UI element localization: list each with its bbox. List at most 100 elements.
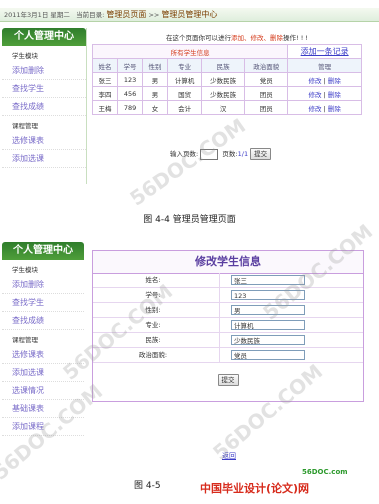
major-input[interactable]: 计算机 xyxy=(231,320,305,330)
table-row: 王梅 789 女 会计 汉 团员 修改 | 删除 xyxy=(91,100,362,115)
notice-ops: 添加、修改、删除 xyxy=(231,34,284,42)
edit-student-form: 修改学生信息 姓名: 张三 学号: 123 性别: 男 专业: 计算机 民族: … xyxy=(92,250,364,402)
cell-id: 123 xyxy=(117,72,144,87)
form-title: 修改学生信息 xyxy=(93,251,363,274)
cell-major: 计算机 xyxy=(167,72,203,87)
cell-major: 国贸 xyxy=(167,86,203,101)
ethnicity-input[interactable]: 少数民族 xyxy=(231,335,305,345)
student-table: 所有学生信息 添加一条记录 姓名 学号 性别 专业 民族 政治面貌 管理 张三 … xyxy=(91,44,362,115)
form-row-gender: 性别: 男 xyxy=(93,303,363,318)
page-input[interactable] xyxy=(200,148,219,160)
form-row-name: 姓名: 张三 xyxy=(93,273,363,288)
page-submit-button[interactable]: 提交 xyxy=(250,148,272,160)
form-row-id: 学号: 123 xyxy=(93,288,363,303)
sidebar-item-find-student[interactable]: 查找学生 xyxy=(2,80,86,98)
row-divider xyxy=(219,318,220,333)
row-divider xyxy=(93,362,363,363)
brand-text: 中国毕业设计(论文)网 xyxy=(200,482,310,495)
sidebar: 个人管理中心 学生模块 添加删除 查找学生 查找成绩 课程管理 选修课表 添加选… xyxy=(2,242,84,442)
watermark-text: 56DOC.COM xyxy=(125,113,250,211)
student-id-input[interactable]: 123 xyxy=(231,290,305,300)
col-header-id: 学号 xyxy=(117,58,144,73)
name-input[interactable]: 张三 xyxy=(231,275,305,285)
sidebar-item-add-delete[interactable]: 添加删除 xyxy=(2,276,84,294)
sidebar-title: 个人管理中心 xyxy=(2,242,84,260)
form-submit-row: 提交 xyxy=(93,369,363,388)
link-separator: | xyxy=(323,76,326,85)
table-row: 李四 456 男 国贸 少数民族 团员 修改 | 删除 xyxy=(91,86,362,101)
col-header-manage: 管理 xyxy=(287,58,362,73)
sidebar-item-find-score[interactable]: 查找成绩 xyxy=(2,98,86,116)
cell-name: 王梅 xyxy=(91,100,119,115)
cell-gender: 男 xyxy=(142,86,169,101)
date-label: 2011年3月1日 星期二 xyxy=(4,11,70,19)
row-divider xyxy=(219,348,220,363)
delete-link[interactable]: 删除 xyxy=(328,105,341,113)
field-label: 专业: xyxy=(145,321,161,329)
sidebar-section-student: 学生模块 xyxy=(12,52,38,60)
sidebar-item-base-course-table[interactable]: 基础课表 xyxy=(2,400,84,418)
sidebar-section-student: 学生模块 xyxy=(12,266,38,274)
add-record-cell: 添加一条记录 xyxy=(287,44,362,59)
sidebar-item-find-student[interactable]: 查找学生 xyxy=(2,294,84,312)
link-separator: | xyxy=(323,104,326,113)
field-label: 政治面貌: xyxy=(138,351,168,359)
field-label: 民族: xyxy=(145,336,161,344)
add-record-link[interactable]: 添加一条记录 xyxy=(301,47,349,56)
col-header-major: 专业 xyxy=(167,58,203,73)
sidebar-item-add-elective[interactable]: 添加选课 xyxy=(2,364,84,382)
sidebar-item-add-delete[interactable]: 添加删除 xyxy=(2,62,86,80)
row-divider xyxy=(219,303,220,318)
cell-major: 会计 xyxy=(167,100,203,115)
cell-ethnicity: 汉 xyxy=(201,100,246,115)
breadcrumb-admin-center[interactable]: 管理员管理中心 xyxy=(161,10,217,19)
politics-input[interactable]: 党员 xyxy=(231,350,305,360)
delete-link[interactable]: 删除 xyxy=(328,77,341,85)
edit-link[interactable]: 修改 xyxy=(308,91,321,99)
form-submit-button[interactable]: 提交 xyxy=(217,373,239,386)
edit-link[interactable]: 修改 xyxy=(308,105,321,113)
cell-name: 张三 xyxy=(91,72,119,87)
form-row-politics: 政治面貌: 党员 xyxy=(93,348,363,363)
page-count-label: 页数: xyxy=(222,150,238,158)
site-watermark: 56DOC.com xyxy=(302,468,348,476)
cell-ethnicity: 少数民族 xyxy=(201,86,246,101)
cell-manage: 修改 | 删除 xyxy=(287,100,362,115)
col-header-ethnicity: 民族 xyxy=(201,58,246,73)
gender-input[interactable]: 男 xyxy=(231,305,305,315)
cell-gender: 男 xyxy=(142,72,169,87)
cell-id: 789 xyxy=(117,100,144,115)
sidebar: 个人管理中心 学生模块 添加删除 查找学生 查找成绩 课程管理 选修课表 添加选… xyxy=(2,28,87,184)
field-label: 姓名: xyxy=(145,276,161,284)
field-label: 性别: xyxy=(145,306,161,314)
table-header-row: 姓名 学号 性别 专业 民族 政治面貌 管理 xyxy=(91,58,362,73)
cell-ethnicity: 少数民族 xyxy=(201,72,246,87)
sidebar-item-add-course[interactable]: 添加课程 xyxy=(2,418,84,436)
cell-gender: 女 xyxy=(142,100,169,115)
sidebar-item-elective-table[interactable]: 选修课表 xyxy=(2,132,86,150)
row-divider xyxy=(219,333,220,348)
table-row: 张三 123 男 计算机 少数民族 党员 修改 | 删除 xyxy=(91,72,362,87)
sidebar-section-course: 课程管理 xyxy=(12,122,38,130)
cell-politics: 党员 xyxy=(244,72,289,87)
cell-politics: 团员 xyxy=(244,100,289,115)
back-link[interactable]: 返回 xyxy=(222,451,236,461)
sidebar-title: 个人管理中心 xyxy=(2,28,86,46)
edit-link[interactable]: 修改 xyxy=(308,77,321,85)
breadcrumb-admin-page[interactable]: 管理员页面 xyxy=(106,10,146,19)
sidebar-item-elective-table[interactable]: 选修课表 xyxy=(2,346,84,364)
cell-manage: 修改 | 删除 xyxy=(287,72,362,87)
delete-link[interactable]: 删除 xyxy=(328,91,341,99)
sidebar-item-add-elective[interactable]: 添加选课 xyxy=(2,150,86,168)
notice-suffix: 操作! ! ! xyxy=(283,34,308,42)
figure-caption-4-5: 图 4-5 xyxy=(134,481,161,491)
notice-prefix: 在这个页面你可以进行 xyxy=(166,34,232,42)
col-header-politics: 政治面貌 xyxy=(244,58,289,73)
cell-politics: 团员 xyxy=(244,86,289,101)
brand-logo: 中国毕业设计(论文)网 xyxy=(200,480,309,496)
sidebar-item-elective-status[interactable]: 选课情况 xyxy=(2,382,84,400)
notice-text: 在这个页面你可以进行添加、修改、删除操作! ! ! xyxy=(112,32,362,42)
col-header-name: 姓名 xyxy=(91,58,119,73)
sidebar-item-find-score[interactable]: 查找成绩 xyxy=(2,312,84,330)
page-count-value: 1/1 xyxy=(237,150,249,158)
